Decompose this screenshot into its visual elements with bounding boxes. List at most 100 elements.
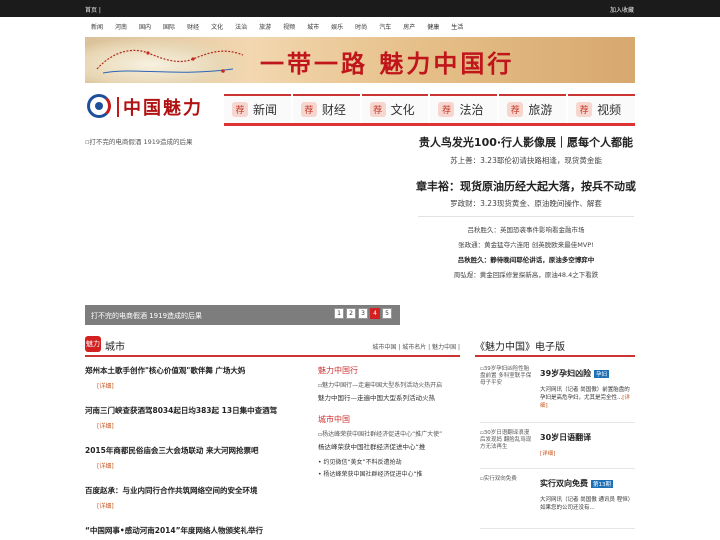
tab-label: 财经 — [321, 103, 346, 117]
feature-image-alt: 杨达峰荣获中国社群经济促进中心“推广大使” — [322, 431, 443, 438]
nav-item[interactable]: 生活 — [445, 19, 469, 33]
nav-item[interactable]: 法治 — [229, 19, 253, 33]
emag-item[interactable]: ▫30岁日语翻译浪漫后发现妈 翻脸乱骂现方无法再生 30岁日语翻译 [详细] — [480, 430, 635, 469]
detail-link[interactable]: [详细] — [85, 421, 305, 430]
nav-item[interactable]: 城市 — [301, 19, 325, 33]
divider — [480, 528, 635, 529]
recommend-stamp-icon: 荐 — [507, 102, 524, 117]
emag-title-text: 39岁孕妇凶险 — [540, 369, 592, 378]
pager-button[interactable]: 3 — [358, 308, 368, 319]
emag-photo-placeholder[interactable]: ▫30岁日语翻译浪漫后发现妈 翻脸乱骂现方无法再生 — [480, 430, 534, 451]
detail-link[interactable]: [详细] — [85, 501, 305, 510]
headline-link-list: 吕秋胜久：英国恐袭事件影响看金融市场 张政通：黄金猛夺六连阳 创英脱欧来最佳MV… — [412, 224, 640, 284]
tab-news[interactable]: 荐新闻 — [224, 94, 291, 123]
headline-sub[interactable]: 罗政财：3.23现货黄金、原油晚间操作、解套 — [412, 198, 640, 209]
nav-item[interactable]: 国内 — [133, 19, 157, 33]
headline-primary[interactable]: 贵人鸟发光100·行人影像展｜愿每个人都能 — [412, 134, 640, 150]
emag-photo-alt: 30岁日语翻译浪漫后发现妈 翻脸乱骂现方无法再生 — [480, 430, 532, 450]
list-item-title[interactable]: 2015年商都民俗庙会三大会场联动 来大河网抢票吧 — [85, 445, 305, 456]
emag-photo-alt: 实行双向免费 — [483, 476, 517, 482]
nav-item[interactable]: 文化 — [205, 19, 229, 33]
bullet-link[interactable]: • 杨达峰荣获中国社群经济促进中心“推 — [318, 469, 460, 478]
headline-secondary[interactable]: 章丰裕：现货原油历经大起大落，按兵不动或 — [412, 178, 640, 194]
subsection-title[interactable]: 魅力中国行 — [318, 365, 460, 376]
nav-item[interactable]: 财经 — [181, 19, 205, 33]
tab-label: 法治 — [459, 103, 484, 117]
news-link[interactable]: 周弘煜：黄金回踩修复探新高，原油48.4之下看跌 — [412, 269, 640, 284]
list-item[interactable]: “中国网事•感动河南2014”年度网络人物颁奖礼举行 — [85, 525, 305, 540]
tab-travel[interactable]: 荐旅游 — [499, 94, 567, 123]
list-item[interactable]: 2015年商都民俗庙会三大会场联动 来大河网抢票吧 [详细] — [85, 445, 305, 485]
emag-photo-placeholder[interactable]: ▫39岁孕妇凶险性胎盘前置 多科室联手保母子平安 — [480, 366, 534, 387]
emag-item-title[interactable]: 实行双向免费 第13期 — [540, 478, 613, 489]
feature-link[interactable]: 杨达峰荣获中国社群经济促进中心“推 — [318, 441, 460, 451]
featured-slideshow[interactable]: ▫打不完的电商假酒 1919造成的后果 打不完的电商假酒 1919造成的后果 1… — [85, 136, 400, 326]
detail-link[interactable]: [详细] — [540, 451, 555, 457]
tab-label: 旅游 — [528, 103, 553, 117]
add-favorite-link[interactable]: 加入收藏 — [610, 5, 634, 14]
detail-link[interactable]: [详细] — [85, 381, 305, 390]
list-item[interactable]: 百度赵承：与业内同行合作共筑网络空间的安全环境 [详细] — [85, 485, 305, 525]
banner[interactable]: 一带一路 魅力中国行 — [85, 37, 635, 83]
tab-label: 新闻 — [253, 103, 278, 117]
list-item-title[interactable]: 河南三门峡查获酒驾8034起日均383起 13日集中查酒驾 — [85, 405, 305, 416]
subsection-title[interactable]: 城市中国 — [318, 414, 460, 425]
site-logo[interactable]: 中国魅力 — [85, 92, 223, 122]
nav-item[interactable]: 国际 — [157, 19, 181, 33]
emag-desc-text: 大河网讯（记者 尚国傲）前置胎盘的孕妇是高危孕妇，尤其是完全性... — [540, 387, 630, 401]
city-section-title: 城市 — [105, 342, 125, 353]
emag-item-title[interactable]: 30岁日语翻译 — [540, 432, 591, 443]
nav-item[interactable]: 时尚 — [349, 19, 373, 33]
bullet-link[interactable]: • 约见微信“美女”不料反遭抢劫 — [318, 457, 460, 466]
city-section-header: 魅力 城市 城市中国 | 城市名片 | 魅力中国 | — [85, 336, 460, 357]
pager-button[interactable]: 5 — [382, 308, 392, 319]
list-item-title[interactable]: 百度赵承：与业内同行合作共筑网络空间的安全环境 — [85, 485, 305, 496]
nav-item[interactable]: 河南 — [109, 19, 133, 33]
tab-finance[interactable]: 荐财经 — [292, 94, 360, 123]
logo-divider — [117, 97, 119, 117]
slide-image-alt: 打不完的电商假酒 1919造成的后果 — [89, 138, 193, 146]
news-link[interactable]: 吕秋胜久：静待晚间耶伦讲话，原油多空博弈中 — [412, 254, 640, 269]
tab-law[interactable]: 荐法治 — [430, 94, 498, 123]
emag-item-desc: [详细] — [540, 450, 635, 458]
tab-video[interactable]: 荐视频 — [568, 94, 635, 123]
emag-item[interactable]: ▫实行双向免费 实行双向免费 第13期 大河网讯（记者 尚国傲 通讯员 程恒）如果… — [480, 476, 635, 529]
nav-item[interactable]: 汽车 — [373, 19, 397, 33]
emag-title-text: 实行双向免费 — [540, 479, 588, 488]
list-item-title[interactable]: “中国网事•感动河南2014”年度网络人物颁奖礼举行 — [85, 525, 305, 536]
emag-item[interactable]: ▫39岁孕妇凶险性胎盘前置 多科室联手保母子平安 39岁孕妇凶险 孕妇 大河网讯（… — [480, 366, 635, 423]
emag-photo-placeholder[interactable]: ▫实行双向免费 — [480, 476, 534, 483]
slide-caption[interactable]: 打不完的电商假酒 1919造成的后果 — [91, 312, 202, 320]
headline-sub[interactable]: 苏上善：3.23耶伦初请抉路相逢，现货黄金能 — [412, 155, 640, 166]
feature-link[interactable]: 魅力中国行—走遍中国大型系列活动火热 — [318, 392, 460, 402]
detail-link[interactable]: [详细] — [85, 461, 305, 470]
banner-slogan: 一带一路 魅力中国行 — [260, 49, 515, 78]
recommend-stamp-icon: 荐 — [300, 102, 317, 117]
news-link[interactable]: 吕秋胜久：英国恐袭事件影响看金融市场 — [412, 224, 640, 239]
city-section-tabs[interactable]: 城市中国 | 城市名片 | 魅力中国 | — [372, 342, 460, 351]
pager-button[interactable]: 1 — [334, 308, 344, 319]
nav-item[interactable]: 旅游 — [253, 19, 277, 33]
slide-caption-bar: 打不完的电商假酒 1919造成的后果 1 2 3 4 5 — [85, 305, 400, 325]
feature-image-placeholder[interactable]: ▫魅力中国行—走遍中国大型系列活动火热开启 — [318, 380, 460, 389]
list-item-title[interactable]: 郑州本土歌手创作"核心价值观"歌伴舞 广场大妈 — [85, 365, 305, 376]
emag-item-title[interactable]: 39岁孕妇凶险 孕妇 — [540, 368, 610, 379]
slide-image-placeholder[interactable]: ▫打不完的电商假酒 1919造成的后果 — [85, 136, 193, 146]
emag-section-title: 《魅力中国》电子版 — [475, 336, 635, 357]
news-link[interactable]: 张政通：黄金猛夺六连阳 创英脱欧来最佳MVP! — [412, 239, 640, 254]
feature-image-placeholder[interactable]: ▫杨达峰荣获中国社群经济促进中心“推广大使” — [318, 429, 460, 438]
nav-item[interactable]: 视频 — [277, 19, 301, 33]
divider — [480, 468, 635, 469]
nav-item[interactable]: 健康 — [421, 19, 445, 33]
recommend-stamp-icon: 荐 — [576, 102, 593, 117]
pager-button-active[interactable]: 4 — [370, 308, 380, 319]
nav-item[interactable]: 娱乐 — [325, 19, 349, 33]
list-item[interactable]: 郑州本土歌手创作"核心价值观"歌伴舞 广场大妈 [详细] — [85, 365, 305, 405]
pager-button[interactable]: 2 — [346, 308, 356, 319]
nav-item[interactable]: 房产 — [397, 19, 421, 33]
list-item[interactable]: 河南三门峡查获酒驾8034起日均383起 13日集中查酒驾 [详细] — [85, 405, 305, 445]
nav-item[interactable]: 新闻 — [85, 19, 109, 33]
tab-culture[interactable]: 荐文化 — [361, 94, 429, 123]
home-link[interactable]: 首页 | — [85, 5, 101, 14]
divider — [480, 422, 635, 423]
